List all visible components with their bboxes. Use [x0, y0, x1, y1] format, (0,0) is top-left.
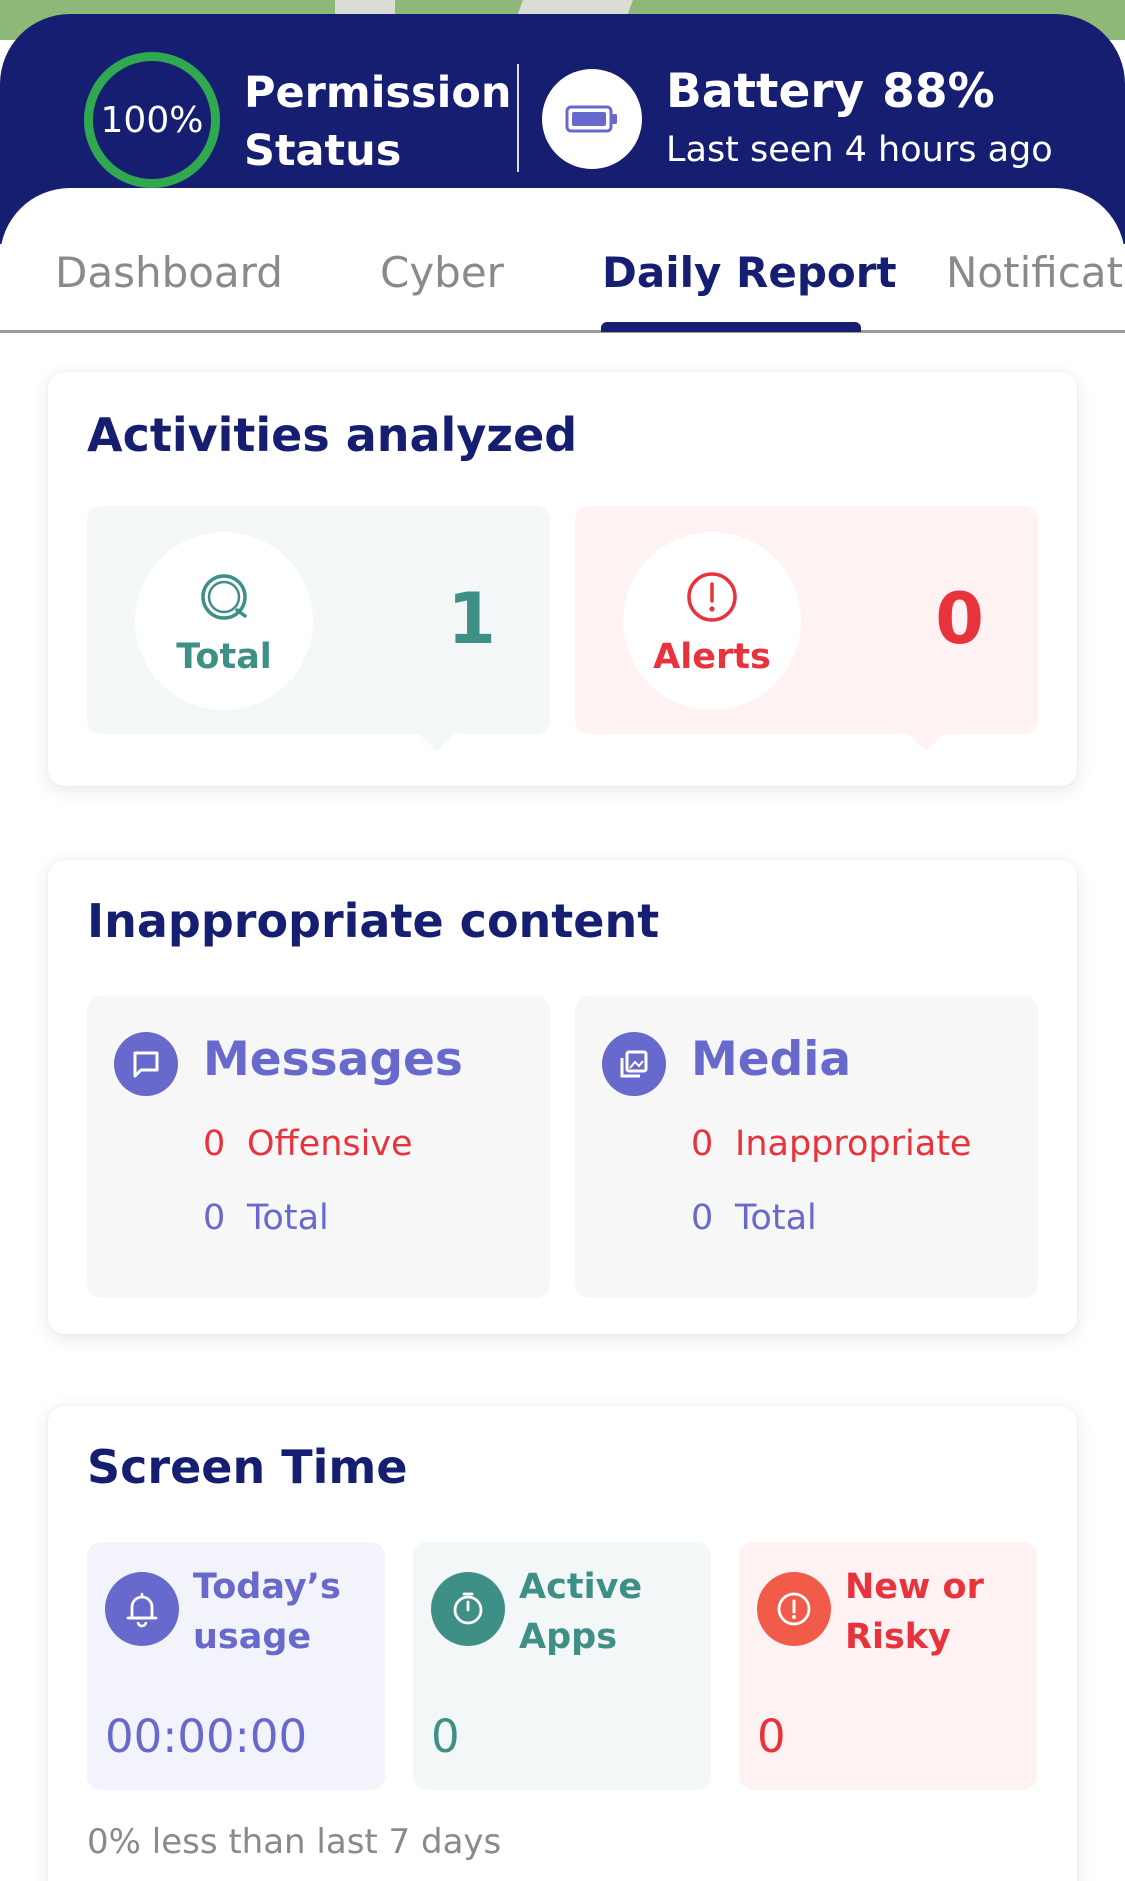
box-pointer	[907, 714, 945, 752]
todays-usage-label: Today’s usage	[193, 1567, 341, 1657]
messages-box[interactable]: Messages 0 Offensive 0 Total	[87, 996, 550, 1298]
alerts-circle: Alerts	[623, 532, 801, 710]
messages-total-row: 0 Total	[203, 1198, 329, 1238]
last-seen-text: Last seen 4 hours ago	[666, 130, 1053, 170]
new-or-risky-value: 0	[757, 1710, 786, 1763]
header-divider	[517, 64, 519, 172]
permission-percent: 100%	[100, 99, 204, 141]
messages-total-count: 0	[203, 1198, 226, 1238]
screen-time-card: Screen Time Today’s usage 00:00:00 Activ…	[48, 1406, 1077, 1881]
media-total-count: 0	[691, 1198, 714, 1238]
messages-offensive-row: 0 Offensive	[203, 1124, 413, 1164]
offensive-count: 0	[203, 1124, 226, 1164]
gallery-icon	[602, 1032, 666, 1096]
bell-icon	[105, 1572, 179, 1646]
screen-time-title: Screen Time	[87, 1440, 408, 1494]
permission-status-label[interactable]: Permission Status	[244, 64, 512, 180]
alerts-box[interactable]: Alerts 0	[575, 506, 1038, 752]
battery-icon	[542, 69, 642, 169]
message-icon	[114, 1032, 178, 1096]
activities-analyzed-card: Activities analyzed Total 1 Alerts 0	[48, 372, 1077, 786]
warning-icon	[757, 1572, 831, 1646]
permission-status-ring[interactable]: 100%	[84, 52, 220, 188]
permission-label-line1: Permission	[244, 68, 512, 118]
content-panel: Dashboard Cyber Daily Report Notificati …	[0, 188, 1125, 1881]
messages-title: Messages	[203, 1032, 463, 1087]
alerts-value: 0	[935, 578, 984, 660]
screen-time-comparison: 0% less than last 7 days	[87, 1822, 502, 1862]
todays-usage-box[interactable]: Today’s usage 00:00:00	[87, 1542, 385, 1790]
media-box[interactable]: Media 0 Inappropriate 0 Total	[575, 996, 1038, 1298]
refresh-icon	[201, 574, 247, 620]
tab-bar: Dashboard Cyber Daily Report Notificati	[0, 248, 1125, 333]
tab-cyber[interactable]: Cyber	[380, 248, 504, 297]
total-value: 1	[447, 578, 496, 660]
tab-daily-report[interactable]: Daily Report	[602, 248, 897, 297]
media-title: Media	[691, 1032, 852, 1087]
messages-total-label: Total	[247, 1198, 329, 1238]
permission-label-line2: Status	[244, 126, 402, 176]
activities-title: Activities analyzed	[87, 408, 578, 462]
timer-icon	[431, 1572, 505, 1646]
inappropriate-title: Inappropriate content	[87, 894, 660, 948]
inappropriate-count: 0	[691, 1124, 714, 1164]
media-inappropriate-row: 0 Inappropriate	[691, 1124, 971, 1164]
new-or-risky-box[interactable]: New or Risky 0	[739, 1542, 1037, 1790]
total-activities-box[interactable]: Total 1	[87, 506, 550, 752]
todays-usage-value: 00:00:00	[105, 1710, 308, 1763]
active-apps-label: Active Apps	[519, 1567, 643, 1657]
active-tab-indicator	[601, 322, 861, 332]
new-or-risky-label: New or Risky	[845, 1567, 984, 1657]
box-pointer	[418, 714, 456, 752]
media-total-row: 0 Total	[691, 1198, 817, 1238]
active-apps-value: 0	[431, 1710, 460, 1763]
battery-percent: 88%	[882, 64, 995, 119]
media-total-label: Total	[735, 1198, 817, 1238]
battery-status: Battery 88%	[666, 64, 995, 119]
inappropriate-content-card: Inappropriate content Messages 0 Offensiv…	[48, 860, 1077, 1334]
battery-label: Battery	[666, 64, 865, 119]
tab-dashboard[interactable]: Dashboard	[55, 248, 283, 297]
active-apps-box[interactable]: Active Apps 0	[413, 1542, 711, 1790]
total-circle: Total	[135, 532, 313, 710]
tab-notifications[interactable]: Notificati	[946, 248, 1125, 297]
alert-icon	[687, 572, 737, 622]
alerts-label: Alerts	[653, 637, 771, 677]
inappropriate-label: Inappropriate	[735, 1124, 972, 1164]
total-label: Total	[176, 637, 272, 677]
offensive-label: Offensive	[247, 1124, 413, 1164]
